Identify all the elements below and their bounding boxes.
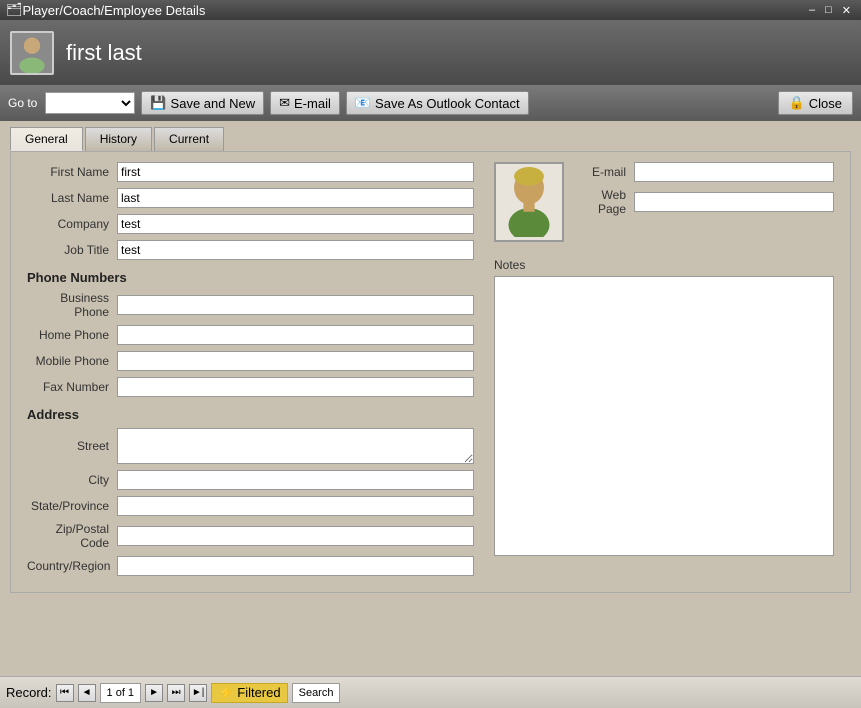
web-page-label: Web Page — [574, 188, 634, 216]
web-page-row: Web Page — [574, 188, 834, 216]
fax-number-input[interactable] — [117, 377, 474, 397]
phone-numbers-section-title: Phone Numbers — [27, 270, 474, 285]
search-button[interactable]: Search — [292, 683, 341, 703]
home-phone-label: Home Phone — [27, 328, 117, 342]
city-row: City — [27, 470, 474, 490]
company-row: Company — [27, 214, 474, 234]
form-grid: First Name Last Name Company Job Title P… — [27, 162, 834, 582]
close-icon: 🔒 — [789, 95, 805, 111]
save-and-new-icon: 💾 — [150, 95, 166, 111]
title-bar-text: Player/Coach/Employee Details — [23, 3, 206, 18]
first-name-input[interactable] — [117, 162, 474, 182]
business-phone-label: Business Phone — [27, 291, 117, 319]
address-section-title: Address — [27, 407, 474, 422]
country-region-label: Country/Region — [27, 559, 117, 573]
notes-textarea[interactable] — [494, 276, 834, 556]
tab-general[interactable]: General — [10, 127, 83, 151]
fax-number-row: Fax Number — [27, 377, 474, 397]
business-phone-row: Business Phone — [27, 291, 474, 319]
email-button[interactable]: ✉ E-mail — [270, 91, 340, 115]
home-phone-row: Home Phone — [27, 325, 474, 345]
state-province-label: State/Province — [27, 499, 117, 513]
filter-icon: ⚡ — [218, 685, 234, 701]
record-label: Record: — [6, 685, 52, 700]
street-label: Street — [27, 439, 117, 453]
outlook-icon: 📧 — [355, 95, 371, 111]
fax-number-label: Fax Number — [27, 380, 117, 394]
filtered-badge: ⚡ Filtered — [211, 683, 288, 703]
title-bar-controls: – □ ✕ — [805, 3, 855, 18]
first-record-button[interactable]: ⏮ — [56, 684, 74, 702]
prev-record-button[interactable]: ◄ — [78, 684, 96, 702]
right-top: E-mail Web Page — [494, 162, 834, 250]
mobile-phone-row: Mobile Phone — [27, 351, 474, 371]
record-count: 1 of 1 — [100, 683, 142, 703]
main-content: General History Current First Name Last … — [0, 121, 861, 676]
form-left: First Name Last Name Company Job Title P… — [27, 162, 474, 582]
zip-postal-row: Zip/Postal Code — [27, 522, 474, 550]
last-name-row: Last Name — [27, 188, 474, 208]
street-row: Street — [27, 428, 474, 464]
tab-history[interactable]: History — [85, 127, 152, 151]
new-record-button[interactable]: ►| — [189, 684, 207, 702]
notes-section: Notes — [494, 258, 834, 559]
header-avatar — [10, 31, 54, 75]
right-fields: E-mail Web Page — [574, 162, 834, 250]
state-province-row: State/Province — [27, 496, 474, 516]
email-row: E-mail — [574, 162, 834, 182]
goto-label: Go to — [8, 96, 37, 110]
company-input[interactable] — [117, 214, 474, 234]
goto-select[interactable] — [45, 92, 135, 114]
home-phone-input[interactable] — [117, 325, 474, 345]
job-title-label: Job Title — [27, 243, 117, 257]
email-label: E-mail — [574, 165, 634, 179]
tab-bar: General History Current — [0, 121, 861, 151]
form-area: First Name Last Name Company Job Title P… — [10, 151, 851, 593]
last-record-button[interactable]: ⏭ — [167, 684, 185, 702]
close-button[interactable]: 🔒 Close — [778, 91, 853, 115]
tab-current[interactable]: Current — [154, 127, 224, 151]
mobile-phone-label: Mobile Phone — [27, 354, 117, 368]
photo-container — [494, 162, 564, 242]
person-photo-icon — [499, 167, 559, 237]
header-person-icon — [12, 33, 52, 73]
city-input[interactable] — [117, 470, 474, 490]
first-name-row: First Name — [27, 162, 474, 182]
save-as-outlook-button[interactable]: 📧 Save As Outlook Contact — [346, 91, 529, 115]
email-icon: ✉ — [279, 95, 290, 111]
header-name: first last — [66, 40, 142, 66]
app-icon: 🗂 — [6, 2, 23, 18]
mobile-phone-input[interactable] — [117, 351, 474, 371]
title-bar: 🗂 Player/Coach/Employee Details – □ ✕ — [0, 0, 861, 20]
save-and-new-button[interactable]: 💾 Save and New — [141, 91, 264, 115]
first-name-label: First Name — [27, 165, 117, 179]
header: first last — [0, 20, 861, 85]
job-title-row: Job Title — [27, 240, 474, 260]
last-name-label: Last Name — [27, 191, 117, 205]
country-region-row: Country/Region — [27, 556, 474, 576]
country-region-input[interactable] — [117, 556, 474, 576]
city-label: City — [27, 473, 117, 487]
minimize-button[interactable]: – — [805, 3, 819, 18]
job-title-input[interactable] — [117, 240, 474, 260]
form-right: E-mail Web Page Notes — [494, 162, 834, 582]
street-input[interactable] — [117, 428, 474, 464]
email-input[interactable] — [634, 162, 834, 182]
notes-label: Notes — [494, 258, 834, 272]
company-label: Company — [27, 217, 117, 231]
zip-postal-input[interactable] — [117, 526, 474, 546]
business-phone-input[interactable] — [117, 295, 474, 315]
web-page-input[interactable] — [634, 192, 834, 212]
last-name-input[interactable] — [117, 188, 474, 208]
maximize-button[interactable]: □ — [821, 3, 836, 18]
zip-postal-label: Zip/Postal Code — [27, 522, 117, 550]
toolbar: Go to 💾 Save and New ✉ E-mail 📧 Save As … — [0, 85, 861, 121]
state-province-input[interactable] — [117, 496, 474, 516]
status-bar: Record: ⏮ ◄ 1 of 1 ► ⏭ ►| ⚡ Filtered Sea… — [0, 676, 861, 708]
next-record-button[interactable]: ► — [145, 684, 163, 702]
close-window-button[interactable]: ✕ — [838, 3, 855, 18]
